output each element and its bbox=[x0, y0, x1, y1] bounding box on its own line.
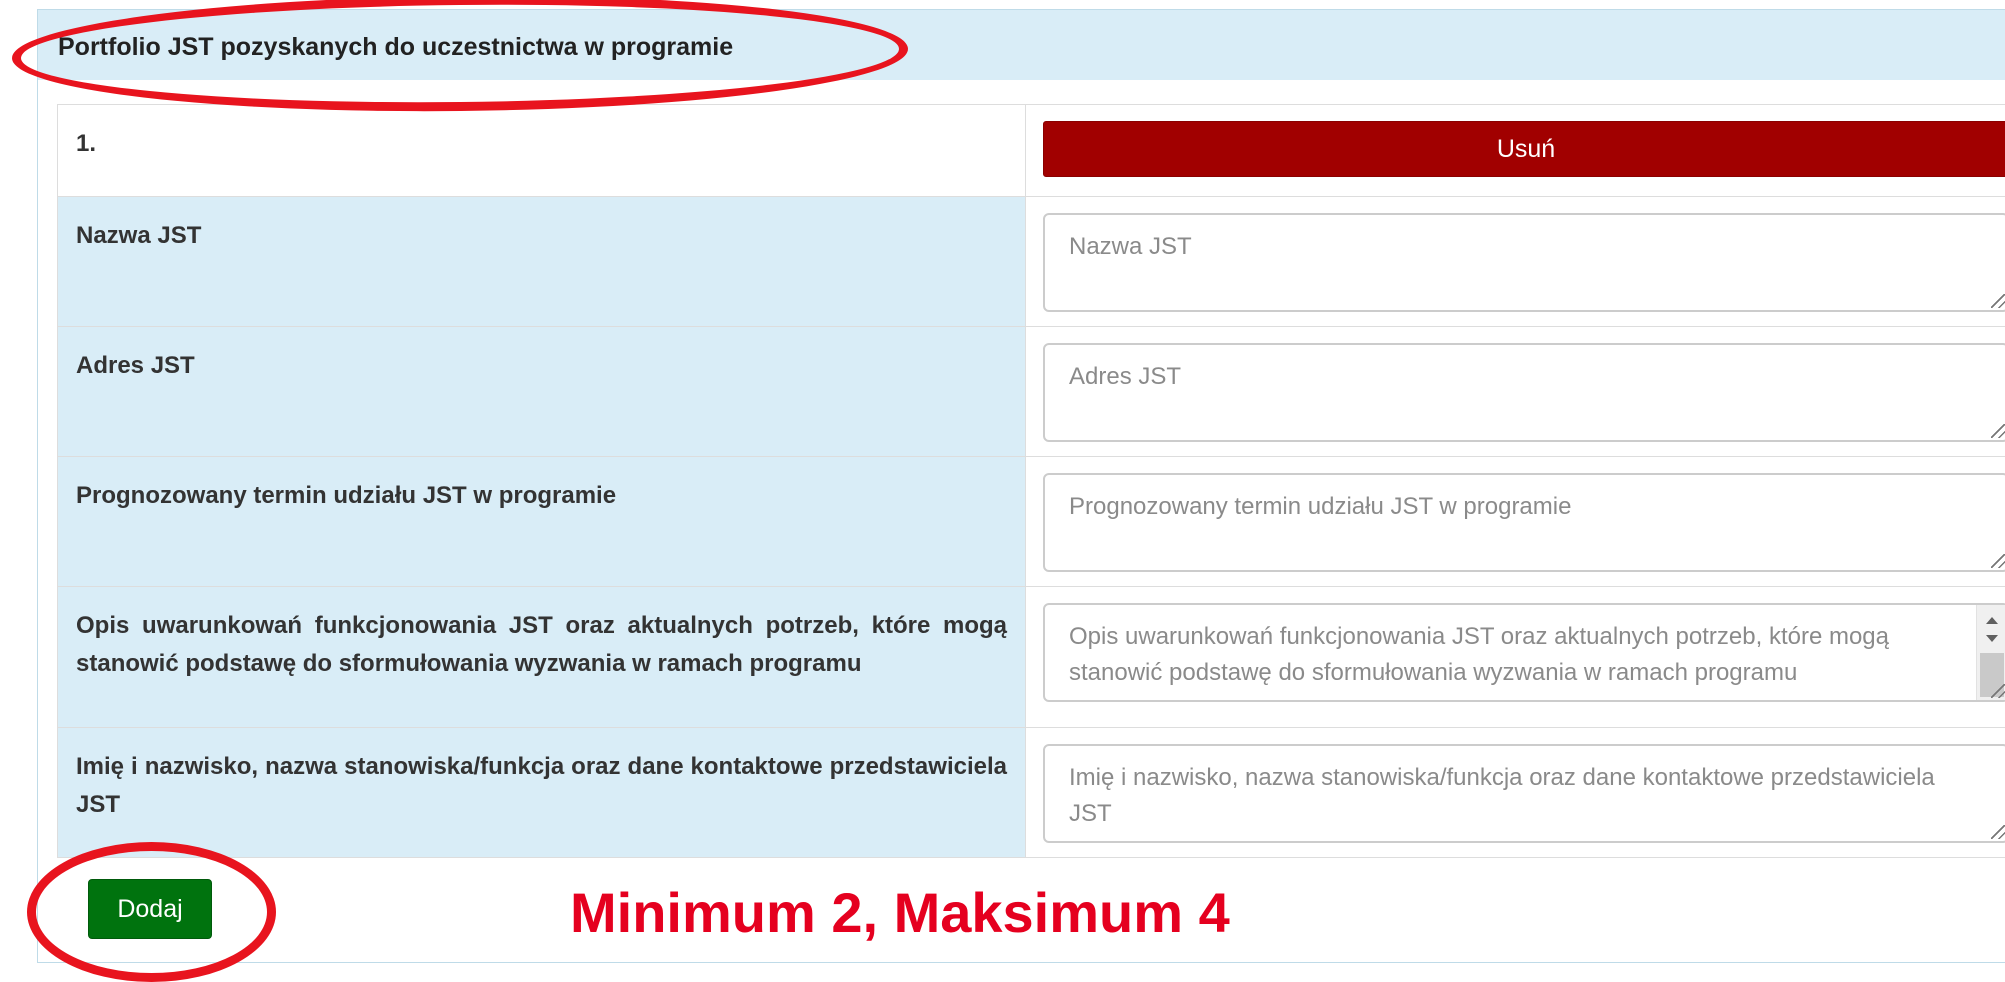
resize-grip-icon[interactable] bbox=[1991, 294, 2005, 308]
field-row-opis: Opis uwarunkowań funkcjonowania JST oraz… bbox=[58, 587, 2005, 728]
textarea-wrap-adres bbox=[1043, 343, 2005, 442]
opis-uwarunkowan-input[interactable] bbox=[1043, 603, 2005, 702]
delete-entry-button[interactable]: Usuń bbox=[1043, 121, 2005, 177]
termin-udzialu-input[interactable] bbox=[1043, 473, 2005, 572]
min-max-annotation: Minimum 2, Maksimum 4 bbox=[570, 880, 1230, 945]
resize-grip-icon[interactable] bbox=[1991, 825, 2005, 839]
textarea-wrap-termin bbox=[1043, 473, 2005, 572]
resize-grip-icon[interactable] bbox=[1991, 424, 2005, 438]
field-cell-adres bbox=[1026, 327, 2005, 457]
adres-jst-input[interactable] bbox=[1043, 343, 2005, 442]
field-row-nazwa: Nazwa JST bbox=[58, 197, 2005, 327]
scroll-up-arrow-icon[interactable] bbox=[1986, 617, 1998, 624]
field-cell-nazwa bbox=[1026, 197, 2005, 327]
przedstawiciel-input[interactable] bbox=[1043, 744, 2005, 843]
field-row-adres: Adres JST bbox=[58, 327, 2005, 457]
field-label-adres: Adres JST bbox=[58, 327, 1026, 457]
portfolio-panel: Portfolio JST pozyskanych do uczestnictw… bbox=[37, 9, 2005, 963]
nazwa-jst-input[interactable] bbox=[1043, 213, 2005, 312]
textarea-wrap-opis bbox=[1043, 603, 2005, 702]
field-cell-opis bbox=[1026, 587, 2005, 728]
panel-body: 1. Usuń Nazwa JST Adres JST bbox=[38, 80, 2005, 962]
scroll-down-arrow-icon[interactable] bbox=[1986, 635, 1998, 642]
field-label-opis: Opis uwarunkowań funkcjonowania JST oraz… bbox=[58, 587, 1026, 728]
add-button-highlight-circle bbox=[27, 842, 276, 982]
textarea-wrap-przedstawiciel bbox=[1043, 744, 2005, 843]
resize-grip-icon[interactable] bbox=[1991, 554, 2005, 568]
field-label-przedstawiciel: Imię i nazwisko, nazwa stanowiska/funkcj… bbox=[58, 728, 1026, 858]
entry-actions-cell: Usuń bbox=[1026, 105, 2005, 197]
entry-header-row: 1. Usuń bbox=[58, 105, 2005, 197]
entry-table: 1. Usuń Nazwa JST Adres JST bbox=[57, 104, 2005, 858]
entry-number: 1. bbox=[58, 105, 1026, 197]
field-cell-przedstawiciel bbox=[1026, 728, 2005, 858]
field-label-nazwa: Nazwa JST bbox=[58, 197, 1026, 327]
field-label-termin: Prognozowany termin udziału JST w progra… bbox=[58, 457, 1026, 587]
resize-grip-icon[interactable] bbox=[1991, 684, 2005, 698]
textarea-wrap-nazwa bbox=[1043, 213, 2005, 312]
field-row-termin: Prognozowany termin udziału JST w progra… bbox=[58, 457, 2005, 587]
field-cell-termin bbox=[1026, 457, 2005, 587]
field-row-przedstawiciel: Imię i nazwisko, nazwa stanowiska/funkcj… bbox=[58, 728, 2005, 858]
